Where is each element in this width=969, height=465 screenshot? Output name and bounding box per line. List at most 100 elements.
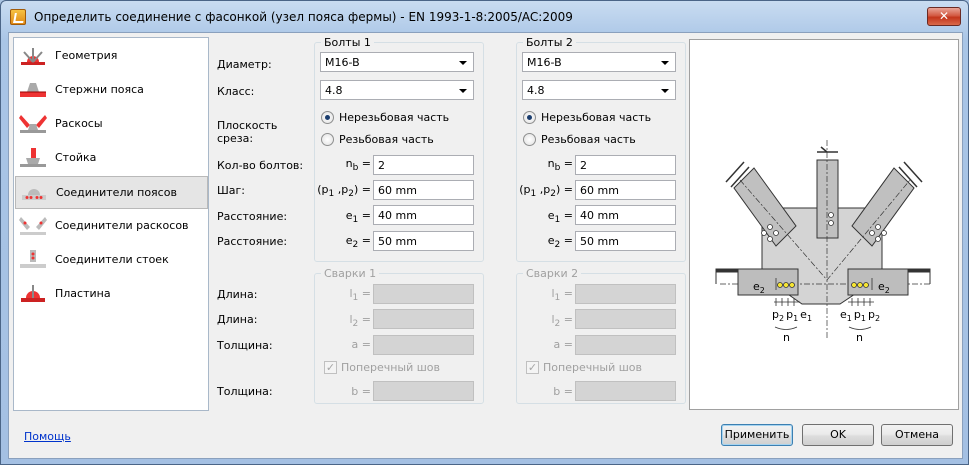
bolt-count-label: Кол-во болтов: [217, 159, 304, 172]
nav-item-diagonal-connectors[interactable]: Соединители раскосов [15, 210, 208, 243]
bolts2-e1-symbol: e1 = [547, 209, 573, 225]
close-button[interactable]: ✕ [927, 7, 961, 26]
bolts2-pitch-input[interactable]: 60 mm [575, 180, 676, 200]
n-left-label: n [783, 331, 790, 344]
bolts2-unthreaded-label: Нерезьбовая часть [541, 111, 652, 124]
welds1-transverse-label: Поперечный шов [341, 361, 441, 374]
nav-item-chord-connectors[interactable]: Соединители поясов [15, 176, 208, 209]
selected-value: 4.8 [325, 84, 343, 97]
geometry-icon [21, 48, 45, 65]
chord-connectors-icon [22, 189, 46, 200]
welds2-a-symbol: a = [553, 338, 573, 351]
welds1-a-symbol: a = [351, 338, 371, 351]
bolts2-e1-input[interactable]: 40 mm [575, 205, 676, 225]
bolts1-e2-symbol: e2 = [345, 234, 371, 250]
welds2-transverse-checkbox: ✓ [526, 361, 539, 374]
section-list: Геометрия Стержни пояса Раскосы Стойка С… [13, 37, 209, 411]
welds1-b-symbol: b = [351, 385, 371, 398]
weld-length-2-label: Длина: [217, 313, 258, 326]
dialog-body: Геометрия Стержни пояса Раскосы Стойка С… [8, 32, 963, 459]
nav-label: Пластина [55, 287, 111, 300]
nav-label: Стойка [55, 151, 97, 164]
cancel-button[interactable]: Отмена [881, 424, 953, 446]
nav-label: Соединители поясов [56, 186, 177, 199]
bolts2-class-select[interactable]: 4.8 [522, 80, 676, 100]
welds1-title: Сварки 1 [321, 267, 380, 280]
selected-value: M16-B [325, 56, 360, 69]
shear-plane-label: Плоскость [217, 119, 278, 132]
help-link[interactable]: Помощь [24, 430, 71, 443]
welds2-b-input [575, 381, 676, 401]
bolts1-diameter-select[interactable]: M16-B [320, 52, 474, 72]
welds1-l1-input [373, 284, 474, 304]
weld-thickness-label: Толщина: [217, 339, 273, 352]
bolts1-threaded-label: Резьбовая часть [339, 133, 434, 146]
bolts2-nb-symbol: nb = [547, 157, 573, 173]
welds1-l1-symbol: l1 = [349, 287, 371, 303]
class-label: Класс: [217, 85, 255, 98]
diagonal-connectors-icon [19, 217, 47, 235]
bolts2-title: Болты 2 [523, 36, 576, 49]
bolts1-e1-input[interactable]: 40 mm [373, 205, 474, 225]
welds2-l1-symbol: l1 = [551, 287, 573, 303]
nav-label: Геометрия [55, 49, 118, 62]
welds2-b-symbol: b = [553, 385, 573, 398]
nav-item-diagonals[interactable]: Раскосы [15, 108, 208, 141]
welds1-l2-symbol: l2 = [349, 313, 371, 329]
diameter-label: Диаметр: [217, 58, 272, 71]
nav-label: Соединители стоек [55, 253, 169, 266]
bolts2-nb-input[interactable]: 2 [575, 155, 676, 175]
ok-button[interactable]: OK [802, 424, 874, 446]
bolts2-threaded-label: Резьбовая часть [541, 133, 636, 146]
bolts1-pitch-input[interactable]: 60 mm [373, 180, 474, 200]
bolts1-class-select[interactable]: 4.8 [320, 80, 474, 100]
bolts2-e2-input[interactable]: 50 mm [575, 231, 676, 251]
app-logo-icon [10, 9, 26, 25]
diagonals-icon [19, 115, 47, 133]
weld-length-1-label: Длина: [217, 288, 258, 301]
nav-item-geometry[interactable]: Геометрия [15, 40, 208, 73]
nav-item-post[interactable]: Стойка [15, 142, 208, 175]
window-title: Определить соединение с фасонкой (узел п… [34, 10, 573, 24]
dialog-window: Определить соединение с фасонкой (узел п… [0, 0, 969, 465]
apply-button[interactable]: Применить [721, 424, 793, 446]
bolts2-unthreaded-radio[interactable] [523, 111, 536, 124]
welds1-transverse-checkbox: ✓ [324, 361, 337, 374]
post-connectors-icon [20, 250, 46, 268]
title-bar: Определить соединение с фасонкой (узел п… [1, 1, 968, 33]
connection-preview: e2 e2 p2 p1 e1 e1 p1 p2 n n [689, 39, 959, 410]
selected-value: M16-B [527, 56, 562, 69]
dropdown-arrow-icon [459, 61, 467, 65]
nav-item-chord-members[interactable]: Стержни пояса [15, 74, 208, 107]
bolts1-pitch-symbol: (p1 ,p2) = [317, 183, 371, 199]
dropdown-arrow-icon [459, 89, 467, 93]
bolts2-threaded-radio[interactable] [523, 133, 536, 146]
welds2-l2-symbol: l2 = [551, 313, 573, 329]
nav-item-post-connectors[interactable]: Соединители стоек [15, 244, 208, 277]
p-labels-left: p2 p1 e1 [772, 308, 812, 323]
bolts1-threaded-radio[interactable] [321, 133, 334, 146]
bolts1-nb-symbol: nb = [345, 157, 371, 173]
bolts2-e2-symbol: e2 = [547, 234, 573, 250]
bolts1-title: Болты 1 [321, 36, 374, 49]
chord-members-icon [20, 83, 46, 97]
bolts1-nb-input[interactable]: 2 [373, 155, 474, 175]
post-icon [20, 148, 46, 167]
nav-item-plate[interactable]: Пластина [15, 278, 208, 311]
distance-e1-label: Расстояние: [217, 210, 288, 223]
welds2-transverse-label: Поперечный шов [543, 361, 643, 374]
welds2-title: Сварки 2 [523, 267, 582, 280]
bolts1-group: Болты 1 [314, 36, 484, 262]
bolts2-group: Болты 2 [516, 36, 686, 262]
bolts1-unthreaded-label: Нерезьбовая часть [339, 111, 450, 124]
bolts1-e1-symbol: e1 = [345, 209, 371, 225]
selected-value: 4.8 [527, 84, 545, 97]
bolts2-pitch-symbol: (p1 ,p2) = [519, 183, 573, 199]
bolts1-e2-input[interactable]: 50 mm [373, 231, 474, 251]
welds2-l2-input [575, 309, 676, 329]
dropdown-arrow-icon [661, 89, 669, 93]
bolts2-diameter-select[interactable]: M16-B [522, 52, 676, 72]
nav-label: Стержни пояса [55, 83, 144, 96]
nav-label: Раскосы [55, 117, 103, 130]
bolts1-unthreaded-radio[interactable] [321, 111, 334, 124]
